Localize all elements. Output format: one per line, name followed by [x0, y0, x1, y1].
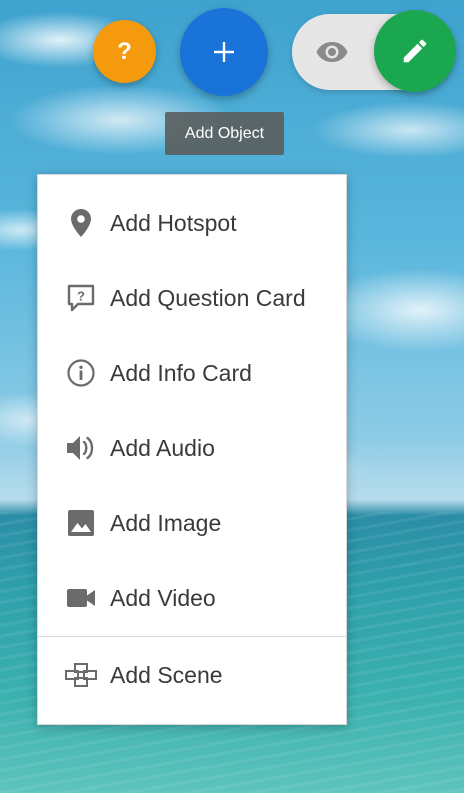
menu-item-label: Add Hotspot	[110, 209, 237, 236]
menu-item-label: Add Info Card	[110, 359, 252, 386]
question-card-icon: ?	[64, 281, 98, 315]
add-object-menu: Add Hotspot ? Add Question Card Add Info…	[37, 174, 347, 725]
menu-item-add-audio[interactable]: Add Audio	[38, 418, 346, 478]
add-object-button[interactable]	[180, 8, 268, 96]
menu-item-add-question-card[interactable]: ? Add Question Card	[38, 268, 346, 328]
eye-icon	[316, 42, 348, 62]
menu-item-add-image[interactable]: Add Image	[38, 493, 346, 553]
help-label: ?	[117, 37, 132, 65]
menu-item-add-scene[interactable]: Add Scene	[38, 645, 346, 705]
svg-text:?: ?	[77, 289, 85, 304]
speaker-icon	[64, 431, 98, 465]
menu-item-label: Add Image	[110, 509, 222, 536]
menu-divider	[38, 636, 346, 637]
info-icon	[64, 356, 98, 390]
image-icon	[64, 506, 98, 540]
map-pin-icon	[64, 206, 98, 240]
help-button[interactable]: ?	[93, 20, 156, 83]
video-camera-icon	[64, 581, 98, 615]
menu-item-add-info-card[interactable]: Add Info Card	[38, 343, 346, 403]
edit-mode-button[interactable]	[374, 10, 456, 92]
preview-mode-button[interactable]	[302, 32, 362, 72]
menu-item-label: Add Video	[110, 584, 216, 611]
menu-item-label: Add Question Card	[110, 284, 306, 311]
menu-item-label: Add Scene	[110, 661, 223, 688]
scene-icon	[64, 658, 98, 692]
add-object-tooltip: Add Object	[165, 112, 284, 155]
plus-icon	[214, 42, 234, 62]
menu-item-add-hotspot[interactable]: Add Hotspot	[38, 193, 346, 253]
menu-item-label: Add Audio	[110, 434, 215, 461]
menu-item-add-video[interactable]: Add Video	[38, 568, 346, 628]
pencil-icon	[403, 39, 427, 63]
